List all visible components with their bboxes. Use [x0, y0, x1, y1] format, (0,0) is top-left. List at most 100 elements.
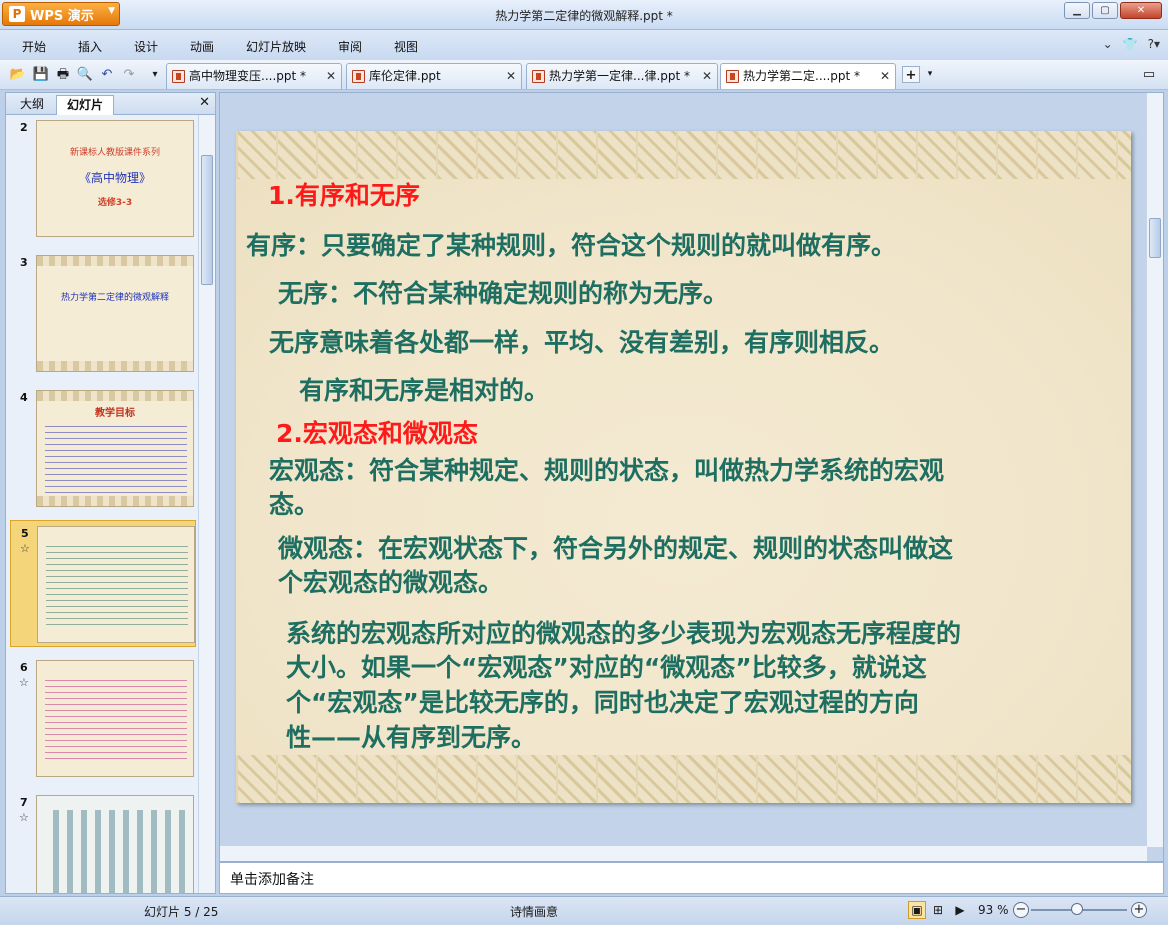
zoom-level: 93 % — [978, 903, 1009, 917]
customize-toolbar-icon[interactable]: ▾ — [146, 66, 164, 83]
skin-icon[interactable]: 👕 — [1123, 37, 1138, 51]
save-icon[interactable]: 💾 — [32, 66, 50, 83]
slide-thumb-7[interactable]: 7 ☆ — [10, 790, 196, 893]
slide-thumb-2[interactable]: 2 新课标人教版课件系列 《高中物理》 选修3-3 — [10, 115, 196, 242]
ppt-file-icon — [726, 70, 739, 83]
ppt-file-icon — [532, 70, 545, 83]
slide-border-decoration — [236, 131, 1131, 179]
menu-slideshow[interactable]: 幻灯片放映 — [246, 38, 306, 55]
window-title: 热力学第二定律的微观解释.ppt * — [495, 9, 673, 23]
zoom-slider-handle[interactable] — [1071, 903, 1083, 915]
slide-thumb-4[interactable]: 4 教学目标 — [10, 385, 196, 512]
slide-preview — [37, 526, 195, 643]
doc-tab-label: 库伦定律.ppt — [369, 69, 441, 83]
text-order-def[interactable]: 有序：只要确定了某种规则，符合这个规则的就叫做有序。 — [246, 229, 896, 263]
text-summary-4[interactable]: 性——从有序到无序。 — [286, 721, 536, 755]
slide-number: 6 — [20, 661, 28, 674]
print-preview-icon[interactable]: 🔍 — [76, 66, 94, 83]
doc-tab-label: 高中物理变压....ppt * — [189, 69, 307, 83]
slide-number: 4 — [20, 391, 28, 404]
thumb-text: 教学目标 — [95, 408, 135, 419]
theme-name: 诗情画意 — [510, 905, 559, 919]
slide-number: 5 — [21, 527, 29, 540]
slide-preview: 热力学第二定律的微观解释 — [36, 255, 194, 372]
text-macro-def-1[interactable]: 宏观态：符合某种规定、规则的状态，叫做热力学系统的宏观 — [269, 454, 944, 488]
menu-animation[interactable]: 动画 — [190, 38, 214, 55]
slide-preview — [36, 795, 194, 893]
text-micro-def-2[interactable]: 个宏观态的微观态。 — [278, 566, 503, 600]
slideshow-icon[interactable]: ▶ — [951, 901, 969, 919]
slide-preview: 新课标人教版课件系列 《高中物理》 选修3-3 — [36, 120, 194, 237]
doc-tab-2[interactable]: 库伦定律.ppt ✕ — [346, 63, 522, 89]
close-tab-icon[interactable]: ✕ — [506, 64, 516, 88]
animation-star-icon: ☆ — [19, 676, 29, 689]
text-disorder-meaning[interactable]: 无序意味着各处都一样，平均、没有差别，有序则相反。 — [269, 326, 894, 360]
maximize-button[interactable]: ▢ — [1092, 2, 1118, 19]
tab-slides[interactable]: 幻灯片 — [56, 95, 115, 115]
doc-tab-4-active[interactable]: 热力学第二定....ppt * ✕ — [720, 63, 896, 89]
text-micro-def-1[interactable]: 微观态：在宏观状态下，符合另外的规定、规则的状态叫做这 — [278, 532, 953, 566]
editor-horizontal-scrollbar[interactable] — [220, 845, 1147, 861]
slide-editor: 1.有序和无序 有序：只要确定了某种规则，符合这个规则的就叫做有序。 无序：不符… — [219, 92, 1164, 862]
slide-sorter-icon[interactable]: ⊞ — [929, 901, 947, 919]
zoom-in-button[interactable]: + — [1131, 902, 1147, 918]
close-panel-icon[interactable]: ✕ — [199, 95, 210, 110]
doc-tab-3[interactable]: 热力学第一定律...律.ppt * ✕ — [526, 63, 718, 89]
close-tab-icon[interactable]: ✕ — [326, 64, 336, 88]
new-tab-button[interactable]: + — [902, 66, 920, 83]
text-summary-1[interactable]: 系统的宏观态所对应的微观态的多少表现为宏观态无序程度的 — [286, 617, 961, 651]
zoom-out-button[interactable]: − — [1013, 902, 1029, 918]
slide-number: 2 — [20, 121, 28, 134]
status-bar: 幻灯片 5 / 25 诗情画意 ▣ ⊞ ▶ 93 % − + — [0, 896, 1168, 925]
close-tab-icon[interactable]: ✕ — [880, 64, 890, 88]
menu-home[interactable]: 开始 — [22, 38, 46, 55]
panel-scrollbar[interactable] — [198, 115, 215, 893]
thumb-text: 新课标人教版课件系列 — [69, 148, 160, 158]
slide-thumb-6[interactable]: 6 ☆ — [10, 655, 196, 782]
text-relative[interactable]: 有序和无序是相对的。 — [299, 374, 549, 408]
tab-list-icon[interactable]: ▾ — [921, 66, 939, 83]
text-macro-def-2[interactable]: 态。 — [269, 488, 319, 522]
open-icon[interactable]: 📂 — [9, 66, 27, 83]
slide-counter: 幻灯片 5 / 25 — [144, 905, 219, 919]
window-layout-icon[interactable]: ▭ — [1140, 66, 1158, 83]
collapse-ribbon-icon[interactable]: ⌄ — [1103, 37, 1113, 51]
animation-star-icon: ☆ — [19, 811, 29, 824]
text-disorder-def[interactable]: 无序：不符合某种确定规则的称为无序。 — [278, 277, 728, 311]
slide-preview — [36, 660, 194, 777]
help-icon[interactable]: ?▾ — [1148, 37, 1160, 51]
tab-outline[interactable]: 大纲 — [10, 95, 54, 115]
animation-star-icon: ☆ — [20, 542, 30, 555]
notes-pane[interactable]: 单击添加备注 — [219, 862, 1164, 894]
quick-toolbar: 📂 💾 🖶 🔍 ↶ ↷ ▾ 高中物理变压....ppt * ✕ 库伦定律.ppt ✕… — [0, 60, 1168, 90]
print-icon[interactable]: 🖶 — [54, 66, 72, 83]
minimize-button[interactable]: ▁ — [1064, 2, 1090, 19]
slide-thumb-3[interactable]: 3 热力学第二定律的微观解释 — [10, 250, 196, 377]
text-summary-2[interactable]: 大小。如果一个“宏观态”对应的“微观态”比较多，就说这 — [286, 651, 927, 685]
doc-tab-label: 热力学第二定....ppt * — [743, 69, 861, 83]
undo-icon[interactable]: ↶ — [98, 66, 116, 83]
close-button[interactable]: ✕ — [1120, 2, 1162, 19]
slide-panel: 大纲 幻灯片 ✕ 2 新课标人教版课件系列 《高中物理》 选修3-3 3 热力学… — [5, 92, 216, 894]
thumb-text: 热力学第二定律的微观解释 — [60, 293, 169, 303]
ppt-file-icon — [172, 70, 185, 83]
menu-insert[interactable]: 插入 — [78, 38, 102, 55]
ribbon-tabs: 开始 插入 设计 动画 幻灯片放映 审阅 视图 ⌄ 👕 ?▾ — [0, 30, 1168, 60]
normal-view-icon[interactable]: ▣ — [908, 901, 926, 919]
thumb-text: 《高中物理》 — [78, 171, 151, 185]
menu-view[interactable]: 视图 — [394, 38, 418, 55]
menu-design[interactable]: 设计 — [134, 38, 158, 55]
heading-order-disorder[interactable]: 1.有序和无序 — [268, 179, 420, 213]
slide-thumb-5-selected[interactable]: 5 ☆ — [10, 520, 196, 647]
menu-review[interactable]: 审阅 — [338, 38, 362, 55]
redo-icon[interactable]: ↷ — [120, 66, 138, 83]
current-slide[interactable]: 1.有序和无序 有序：只要确定了某种规则，符合这个规则的就叫做有序。 无序：不符… — [236, 131, 1131, 803]
heading-macro-micro[interactable]: 2.宏观态和微观态 — [276, 417, 478, 451]
doc-tab-1[interactable]: 高中物理变压....ppt * ✕ — [166, 63, 342, 89]
editor-vertical-scrollbar[interactable] — [1146, 93, 1163, 847]
close-tab-icon[interactable]: ✕ — [702, 64, 712, 88]
thumb-text: 选修3-3 — [97, 198, 133, 208]
title-bar: P WPS 演示 ▼ 热力学第二定律的微观解释.ppt * ▁ ▢ ✕ — [0, 0, 1168, 30]
slide-preview: 教学目标 — [36, 390, 194, 507]
text-summary-3[interactable]: 个“宏观态”是比较无序的，同时也决定了宏观过程的方向 — [286, 686, 919, 720]
